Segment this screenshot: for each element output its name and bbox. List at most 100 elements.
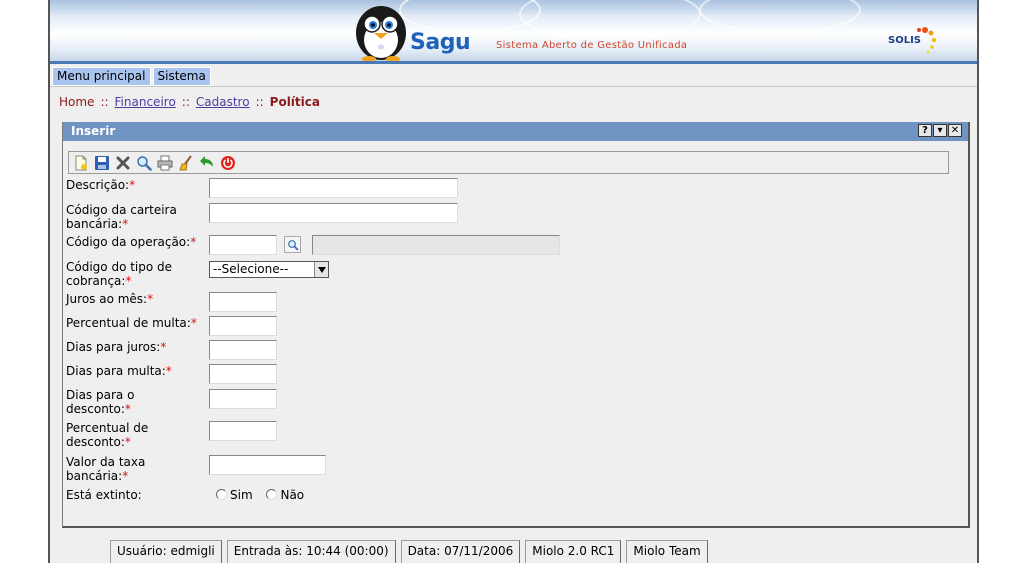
label-dias-desconto-line1: Dias para o xyxy=(66,388,135,402)
delete-icon[interactable] xyxy=(114,154,132,172)
dias-juros-input[interactable] xyxy=(209,340,277,360)
label-valor-taxa-line1: Valor da taxa xyxy=(66,455,146,469)
label-codigo-operacao-text: Código da operação: xyxy=(66,235,191,249)
required-mark: * xyxy=(190,235,197,249)
codigo-carteira-input[interactable] xyxy=(209,203,458,223)
percentual-desconto-input[interactable] xyxy=(209,421,277,441)
breadcrumb-home[interactable]: Home xyxy=(59,95,94,109)
breadcrumb: Home:: Financeiro:: Cadastro:: Política xyxy=(59,95,320,109)
label-dias-juros-text: Dias para juros: xyxy=(66,340,161,354)
required-mark: * xyxy=(160,340,167,354)
descricao-input[interactable] xyxy=(209,178,458,198)
search-icon[interactable] xyxy=(135,154,153,172)
juros-mes-input[interactable] xyxy=(209,292,277,312)
required-mark: * xyxy=(190,316,197,330)
label-codigo-carteira-line1: Código da carteira xyxy=(66,203,177,217)
label-codigo-operacao: Código da operação:* xyxy=(66,235,216,249)
label-tipo-cobranca-line1: Código do tipo de xyxy=(66,260,173,274)
print-icon[interactable] xyxy=(156,154,174,172)
main-menu-bar: Menu principal Sistema xyxy=(52,67,213,86)
required-mark: * xyxy=(122,469,129,483)
label-codigo-carteira: Código da carteira bancária:* xyxy=(66,203,216,231)
radio-sim-label: Sim xyxy=(230,488,253,502)
breadcrumb-separator: :: xyxy=(100,95,109,109)
radio-nao[interactable]: Não xyxy=(266,488,304,502)
clear-icon[interactable] xyxy=(177,154,195,172)
panel-title: Inserir xyxy=(71,124,116,138)
save-icon[interactable] xyxy=(93,154,111,172)
label-dias-desconto-line2: desconto: xyxy=(66,402,125,416)
dias-desconto-input[interactable] xyxy=(209,389,277,409)
label-tipo-cobranca-line2: cobrança: xyxy=(66,274,126,288)
label-tipo-cobranca: Código do tipo de cobrança:* xyxy=(66,260,216,288)
dias-multa-input[interactable] xyxy=(209,364,277,384)
required-mark: * xyxy=(125,274,132,288)
label-valor-taxa: Valor da taxa bancária:* xyxy=(66,455,216,483)
radio-sim-circle[interactable] xyxy=(216,489,227,500)
header-banner: Sagu Sistema Aberto de Gestão Unificada … xyxy=(50,0,977,64)
menu-item-sistema[interactable]: Sistema xyxy=(152,67,211,86)
app-window: Sagu Sistema Aberto de Gestão Unificada … xyxy=(48,0,979,563)
required-mark: * xyxy=(122,217,129,231)
close-button[interactable]: ✕ xyxy=(948,124,962,137)
radio-nao-label: Não xyxy=(280,488,305,502)
app-logo-title: Sagu xyxy=(410,30,471,55)
radio-nao-circle[interactable] xyxy=(266,489,278,500)
minimize-button[interactable]: ▾ xyxy=(933,124,947,137)
chevron-down-icon xyxy=(314,262,328,277)
panel-header: Inserir ? ▾ ✕ xyxy=(63,122,968,141)
operacao-description-input xyxy=(312,235,560,255)
required-mark: * xyxy=(124,402,131,416)
breadcrumb-separator: :: xyxy=(181,95,190,109)
new-icon[interactable] xyxy=(72,154,90,172)
menu-item-principal[interactable]: Menu principal xyxy=(52,67,151,86)
label-dias-multa-text: Dias para multa: xyxy=(66,364,166,378)
status-versao: Miolo 2.0 RC1 xyxy=(525,540,622,563)
status-entrada: Entrada às: 10:44 (00:00) xyxy=(226,540,396,563)
breadcrumb-separator: :: xyxy=(255,95,264,109)
menu-divider xyxy=(50,86,977,87)
label-descricao: Descrição:* xyxy=(66,178,216,192)
back-icon[interactable] xyxy=(198,154,216,172)
magnifier-icon xyxy=(287,239,299,251)
extinto-radio-group: Sim Não xyxy=(216,488,304,502)
required-mark: * xyxy=(129,178,136,192)
tipo-cobranca-selected: --Selecione-- xyxy=(213,262,289,276)
percentual-multa-input[interactable] xyxy=(209,316,277,336)
label-percentual-desconto-line1: Percentual de xyxy=(66,421,149,435)
required-mark: * xyxy=(147,292,154,306)
required-mark: * xyxy=(165,364,172,378)
tipo-cobranca-select[interactable]: --Selecione-- xyxy=(209,261,329,278)
lookup-operacao-button[interactable] xyxy=(284,236,301,253)
breadcrumb-cadastro[interactable]: Cadastro xyxy=(196,95,250,109)
help-button[interactable]: ? xyxy=(918,124,932,137)
label-juros-mes: Juros ao mês:* xyxy=(66,292,216,306)
label-valor-taxa-line2: bancária: xyxy=(66,469,123,483)
codigo-operacao-input[interactable] xyxy=(209,235,277,255)
radio-sim[interactable]: Sim xyxy=(216,488,253,502)
label-dias-desconto: Dias para o desconto:* xyxy=(66,388,216,416)
label-juros-mes-text: Juros ao mês: xyxy=(66,292,148,306)
label-percentual-multa: Percentual de multa:* xyxy=(66,316,216,330)
label-esta-extinto: Está extinto: xyxy=(66,488,142,502)
penguin-logo-icon xyxy=(356,6,406,61)
breadcrumb-current: Política xyxy=(269,95,320,109)
label-percentual-multa-text: Percentual de multa: xyxy=(66,316,191,330)
exit-icon[interactable] xyxy=(219,154,237,172)
form-toolbar xyxy=(68,151,949,174)
valor-taxa-input[interactable] xyxy=(209,455,326,475)
status-usuario: Usuário: edmigli xyxy=(110,540,222,563)
insert-panel: Inserir ? ▾ ✕ Descrição:* Código da cart… xyxy=(62,122,970,528)
status-team: Miolo Team xyxy=(626,540,708,563)
label-dias-multa: Dias para multa:* xyxy=(66,364,216,378)
label-codigo-carteira-line2: bancária: xyxy=(66,217,123,231)
label-percentual-desconto: Percentual de desconto:* xyxy=(66,421,216,449)
status-bar: Usuário: edmigli Entrada às: 10:44 (00:0… xyxy=(110,540,708,563)
breadcrumb-financeiro[interactable]: Financeiro xyxy=(115,95,176,109)
required-mark: * xyxy=(124,435,131,449)
label-descricao-text: Descrição: xyxy=(66,178,130,192)
label-percentual-desconto-line2: desconto: xyxy=(66,435,125,449)
status-data: Data: 07/11/2006 xyxy=(400,540,521,563)
label-dias-juros: Dias para juros:* xyxy=(66,340,216,354)
app-logo-subtitle: Sistema Aberto de Gestão Unificada xyxy=(496,40,688,51)
